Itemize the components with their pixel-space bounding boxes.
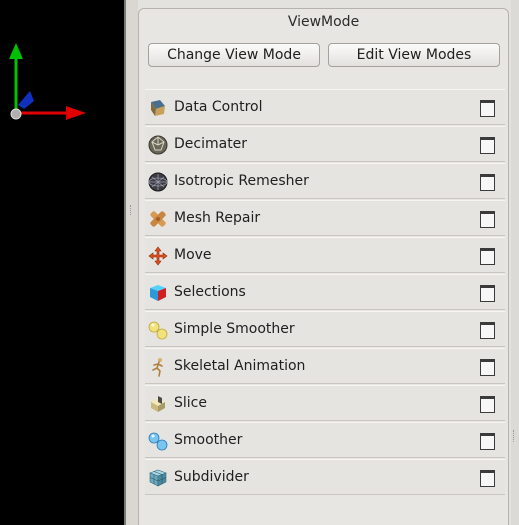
toggle-checkbox[interactable] [480, 211, 495, 228]
smoother-icon [148, 432, 168, 451]
toolbox-item-skeletal-animation[interactable]: Skeletal Animation [145, 348, 505, 384]
decimater-icon [148, 135, 168, 155]
panel-scrollbar[interactable] [511, 0, 519, 525]
splitter-grip [130, 205, 133, 215]
viewport-splitter[interactable] [126, 0, 138, 525]
toolbox-label: Skeletal Animation [174, 358, 306, 374]
toolbox-item-selections[interactable]: Selections [145, 274, 505, 310]
panel-title: ViewMode [287, 14, 360, 30]
toggle-checkbox[interactable] [480, 396, 495, 413]
toolbox-label: Subdivider [174, 469, 249, 485]
toolbox-label: Selections [174, 284, 246, 300]
toolbox-item-data-control[interactable]: Data Control [145, 89, 505, 125]
selections-icon [150, 285, 166, 301]
data-control-icon [151, 100, 165, 116]
toolbox-item-simple-smoother[interactable]: Simple Smoother [145, 311, 505, 347]
toolbox-item-mesh-repair[interactable]: Mesh Repair [145, 200, 505, 236]
subdivider-icon [149, 469, 167, 487]
slice-icon [151, 396, 165, 412]
toolbox-label: Smoother [174, 432, 243, 448]
toolbox-item-move[interactable]: Move [145, 237, 505, 273]
toggle-checkbox[interactable] [480, 433, 495, 450]
change-view-mode-button[interactable]: Change View Mode [148, 43, 320, 67]
toolbox-item-subdivider[interactable]: Subdivider [145, 459, 505, 495]
toggle-checkbox[interactable] [480, 248, 495, 265]
toolbox-item-isotropic-remesher[interactable]: Isotropic Remesher [145, 163, 505, 199]
toolbox-item-slice[interactable]: Slice [145, 385, 505, 421]
toggle-checkbox[interactable] [480, 359, 495, 376]
move-icon [148, 246, 168, 266]
scrollbar-grip[interactable] [513, 430, 517, 442]
simple-smoother-icon [148, 321, 168, 340]
toolbox-item-smoother[interactable]: Smoother [145, 422, 505, 458]
toolbox-label: Simple Smoother [174, 321, 295, 337]
3d-viewport[interactable] [0, 0, 126, 525]
toolbox-list: Data Control Decimater Isotropic Remeshe… [145, 89, 505, 496]
toolbox-label: Move [174, 247, 212, 263]
mesh-repair-icon [150, 211, 166, 227]
toggle-checkbox[interactable] [480, 470, 495, 487]
toolbox-label: Decimater [174, 136, 248, 152]
xyz-axes-icon [9, 43, 86, 120]
toolbox-label: Mesh Repair [174, 210, 261, 226]
edit-view-modes-button[interactable]: Edit View Modes [328, 43, 500, 67]
toolbox-label: Isotropic Remesher [174, 173, 309, 189]
toggle-checkbox[interactable] [480, 322, 495, 339]
remesher-icon [148, 172, 168, 192]
toolbox-item-decimater[interactable]: Decimater [145, 126, 505, 162]
app-window: ViewMode Change View Mode Edit View Mode… [0, 0, 519, 525]
skeletal-animation-icon [152, 358, 163, 377]
toggle-checkbox[interactable] [480, 137, 495, 154]
viewmode-panel: ViewMode Change View Mode Edit View Mode… [138, 8, 509, 525]
toolbox-label: Slice [174, 395, 207, 411]
toggle-checkbox[interactable] [480, 100, 495, 117]
toggle-checkbox[interactable] [480, 174, 495, 191]
toolbox-label: Data Control [174, 99, 263, 115]
toggle-checkbox[interactable] [480, 285, 495, 302]
